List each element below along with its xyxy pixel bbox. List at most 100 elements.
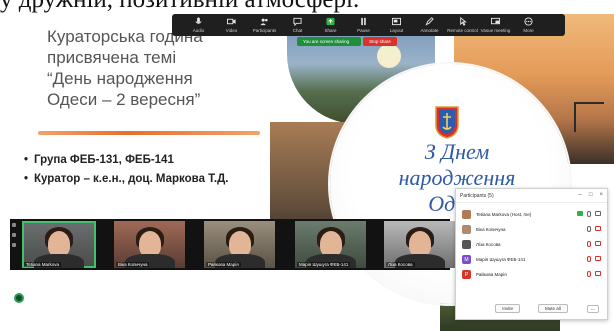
participant-status-icons <box>587 271 601 277</box>
crane-shape <box>574 102 604 132</box>
pause-button[interactable]: Pause <box>347 16 380 36</box>
more-button[interactable]: More <box>512 16 545 36</box>
participants-panel-footer: Invite Mute all <box>456 304 607 313</box>
tile-name: Віка Копичуна <box>116 262 150 267</box>
screen-sharing-indicator: You are screen sharing <box>297 37 362 46</box>
participant-row[interactable]: М Марія Шушуга ФЕБ-141 <box>456 252 607 267</box>
layout-button[interactable]: Layout <box>380 16 413 36</box>
video-camera-icon <box>227 18 236 25</box>
meeting-toolbar: Audio Video Participants Chat Share Paus… <box>172 14 565 36</box>
chat-button[interactable]: Chat <box>281 16 314 36</box>
minimize-icon[interactable]: – <box>579 192 582 198</box>
camera-off-icon[interactable] <box>595 256 601 261</box>
audio-label: Audio <box>192 28 205 33</box>
annotate-icon <box>425 17 434 26</box>
video-tile-5[interactable]: Ліза Косова <box>384 221 455 268</box>
chat-icon <box>293 17 302 26</box>
audio-button[interactable]: Audio <box>182 16 215 36</box>
tile-name: Ліза Косова <box>386 262 415 267</box>
microphone-muted-icon[interactable] <box>587 256 591 262</box>
slide-title-line-4: Одеси – 2 вересня” <box>47 90 201 109</box>
tile-name: Марія Шушуга ФЕБ-141 <box>297 262 351 267</box>
video-camera-icon[interactable] <box>595 211 601 216</box>
meeting-button[interactable]: Vasue meeting <box>479 16 512 36</box>
bullet-curator: Куратор – к.е.н., доц. Маркова Т.Д. <box>24 170 228 189</box>
video-tile-1[interactable]: Tetiana Markova <box>22 221 96 268</box>
greeting-line-1: З Днем <box>424 139 490 164</box>
camera-off-icon[interactable] <box>595 241 601 246</box>
stop-share-button[interactable]: Stop share <box>363 37 397 46</box>
odesa-coat-of-arms-icon <box>435 106 459 139</box>
layout-label: Layout <box>389 28 404 33</box>
participant-row[interactable]: Віка Копичуна <box>456 222 607 237</box>
pause-icon <box>361 17 366 26</box>
video-button[interactable]: Video <box>215 16 248 36</box>
participant-status-icons <box>587 256 601 262</box>
camera-off-icon[interactable] <box>595 271 601 276</box>
slide-title-line-3: “День народження <box>47 69 193 88</box>
participant-row[interactable]: Ліза Косова <box>456 237 607 252</box>
participant-row[interactable]: Tetiana Markova (Host, me) <box>456 207 607 222</box>
participants-icon <box>260 18 268 26</box>
microphone-muted-icon[interactable] <box>587 271 591 277</box>
screen-sharing-bar: You are screen sharing Stop share <box>297 37 397 46</box>
participants-panel: Participants (5) – □ × Tetiana Markova (… <box>455 188 608 320</box>
participant-name: Райкова Марія <box>476 272 507 277</box>
more-icon <box>524 17 533 26</box>
close-icon[interactable]: × <box>599 192 603 198</box>
slide-bullets: Група ФЕБ-131, ФЕБ-141 Куратор – к.е.н.,… <box>24 151 228 189</box>
participant-avatar <box>462 225 471 234</box>
video-tile-4[interactable]: Марія Шушуга ФЕБ-141 <box>295 221 366 268</box>
participant-avatar: М <box>462 255 471 264</box>
camera-on-icon[interactable] <box>577 211 583 216</box>
video-tile-3[interactable]: Райкова Марія <box>204 221 275 268</box>
document-caption: у дружній, позитивній атмосфері. <box>0 0 614 13</box>
annotate-label: Annotate <box>420 28 439 33</box>
participant-avatar <box>462 210 471 219</box>
participant-row[interactable]: Р Райкова Марія <box>456 267 607 282</box>
video-strip: Tetiana Markova Віка Копичуна Райкова Ма… <box>10 219 455 270</box>
meeting-label: Vasue meeting <box>480 28 511 33</box>
share-button[interactable]: Share <box>314 16 347 36</box>
participant-status-icons <box>577 211 601 217</box>
meeting-icon <box>491 17 500 25</box>
participant-status-icons <box>587 226 601 232</box>
participant-name: Марія Шушуга ФЕБ-141 <box>476 257 526 262</box>
participants-button[interactable]: Participants <box>248 16 281 36</box>
participants-list: Tetiana Markova (Host, me) Віка Копичуна… <box>456 203 607 282</box>
participants-panel-header: Participants (5) – □ × <box>456 189 607 203</box>
camera-off-icon[interactable] <box>595 226 601 231</box>
participant-name: Віка Копичуна <box>476 227 506 232</box>
sun-shape <box>377 44 401 68</box>
annotate-button[interactable]: Annotate <box>413 16 446 36</box>
slide-title-line-2: присвячена темі <box>47 48 177 67</box>
participant-name: Tetiana Markova (Host, me) <box>476 212 532 217</box>
panel-more-button[interactable]: ... <box>586 305 599 313</box>
remote-control-label: Remote control <box>447 28 478 33</box>
mute-all-button[interactable]: Mute all <box>538 304 568 313</box>
more-label: More <box>523 28 534 33</box>
participant-avatar: Р <box>462 270 471 279</box>
participants-panel-title: Participants (5) <box>460 192 494 199</box>
slide-title: Кураторська година присвячена темі “День… <box>47 26 267 110</box>
share-screen-icon <box>326 17 335 26</box>
camera-bubble-icon[interactable] <box>14 293 24 303</box>
maximize-icon[interactable]: □ <box>589 192 593 198</box>
participants-label: Participants <box>252 28 277 33</box>
page: у дружній, позитивній атмосфері. Куратор… <box>0 0 614 331</box>
share-label: Share <box>324 28 337 33</box>
participant-avatar <box>462 240 471 249</box>
remote-control-icon <box>460 17 467 26</box>
chat-label: Chat <box>292 28 303 33</box>
strip-dot-icon <box>12 243 16 247</box>
video-tile-2[interactable]: Віка Копичуна <box>114 221 185 268</box>
microphone-icon <box>195 17 202 24</box>
microphone-icon[interactable] <box>587 226 591 232</box>
remote-control-button[interactable]: Remote control <box>446 16 479 36</box>
microphone-muted-icon[interactable] <box>587 241 591 247</box>
strip-controls[interactable] <box>10 219 18 270</box>
microphone-icon[interactable] <box>587 211 591 217</box>
bullet-group: Група ФЕБ-131, ФЕБ-141 <box>24 151 228 170</box>
invite-button[interactable]: Invite <box>495 304 520 313</box>
layout-icon <box>392 17 401 26</box>
